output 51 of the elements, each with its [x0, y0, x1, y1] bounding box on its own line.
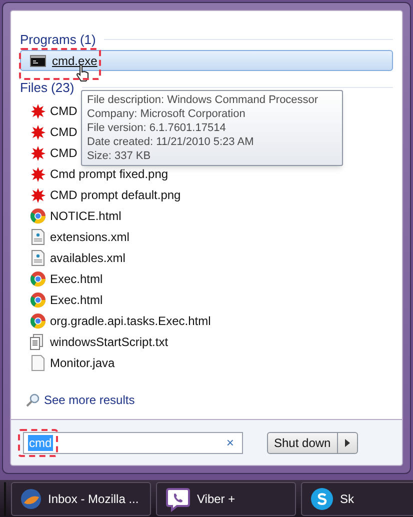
splat-icon — [30, 124, 46, 140]
file-item[interactable]: CMD — [20, 100, 78, 121]
file-item[interactable]: CMD prompt default.png — [20, 184, 181, 205]
triangle-right-icon — [344, 438, 350, 446]
browser-icon — [30, 208, 46, 224]
splat-icon — [30, 102, 46, 118]
highlight-mark — [18, 428, 58, 456]
taskbar-button[interactable]: Inbox - Mozilla ... — [11, 482, 151, 516]
tooltip-line: File description: Windows Command Processor — [87, 93, 320, 107]
browser-icon — [30, 270, 46, 286]
file-item[interactable]: CMD — [20, 121, 78, 142]
pointer-hand-icon — [76, 64, 90, 82]
search-icon — [26, 393, 40, 407]
browser-icon — [30, 292, 46, 308]
shut-down-button[interactable]: Shut down — [267, 432, 338, 454]
tooltip-line: Date created: 11/21/2010 5:23 AM — [87, 135, 255, 149]
splat-icon — [30, 166, 46, 182]
console-icon — [30, 54, 46, 66]
document-icon — [31, 228, 45, 244]
section-heading: Files (23) — [20, 79, 74, 96]
see-more-link[interactable]: See more results — [20, 391, 135, 409]
section-heading: Programs (1) — [20, 31, 96, 48]
program-item[interactable]: cmd.exe — [20, 50, 393, 71]
options-button[interactable] — [338, 432, 358, 454]
file-item[interactable]: Exec.html — [20, 289, 103, 310]
file-item[interactable]: org.gradle.api.tasks.Exec.html — [20, 310, 211, 331]
tooltip-line: Size: 337 KB — [87, 149, 152, 163]
taskbar-button[interactable]: Sk — [301, 482, 413, 516]
browser-icon — [30, 312, 46, 328]
blank-file-icon — [31, 354, 45, 370]
search-text: cmd — [28, 434, 53, 450]
file-item[interactable]: Cmd prompt fixed.png — [20, 163, 168, 184]
file-item[interactable]: CMD — [20, 142, 78, 163]
item-label: cmd.exe — [52, 52, 98, 70]
file-item[interactable]: extensions.xml — [20, 226, 130, 247]
file-item[interactable]: availables.xml — [20, 247, 126, 268]
file-item[interactable]: Monitor.java — [20, 352, 115, 373]
file-item[interactable]: windowsStartScript.txt — [20, 331, 168, 352]
text-file-icon — [30, 334, 46, 350]
globe-icon — [20, 488, 42, 510]
tooltip-line: Company: Microsoft Corporation — [87, 107, 246, 121]
file-item[interactable]: Exec.html — [20, 268, 103, 289]
clear-button[interactable]: × — [226, 432, 234, 452]
splat-icon — [30, 144, 46, 160]
tooltip-line: File version: 6.1.7601.17514 — [87, 121, 227, 135]
file-item[interactable]: NOTICE.html — [20, 205, 122, 226]
splat-icon — [30, 186, 46, 202]
document-icon — [31, 250, 45, 266]
taskbar-button[interactable]: Viber + — [156, 482, 296, 516]
phone-bubble-icon — [165, 486, 191, 512]
s-logo-icon — [310, 486, 334, 510]
